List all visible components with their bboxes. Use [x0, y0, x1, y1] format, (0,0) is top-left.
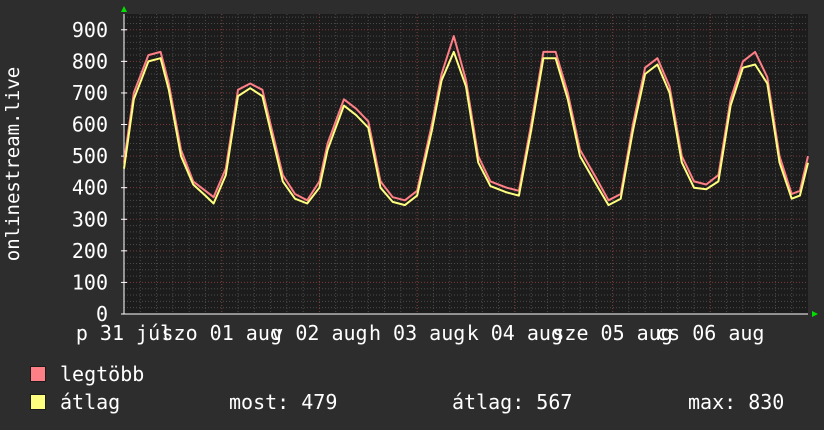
legend-item-legtobb: legtöbb [30, 362, 144, 386]
legend: legtöbb átlag most: 479 átlag: 567 max: … [0, 0, 824, 430]
legend-swatch-atlag [30, 394, 46, 410]
legend-label-legtobb: legtöbb [60, 362, 145, 386]
legend-swatch-legtobb [30, 366, 46, 382]
rrd-graph: { "chart_data": { "type": "line", "ylabe… [0, 0, 824, 430]
stat-now: most: 479 [229, 390, 338, 414]
stat-average: átlag: 567 [452, 390, 573, 414]
legend-label-atlag: átlag [60, 390, 121, 414]
legend-item-atlag: átlag [30, 390, 120, 414]
stat-max: max: 830 [688, 390, 785, 414]
